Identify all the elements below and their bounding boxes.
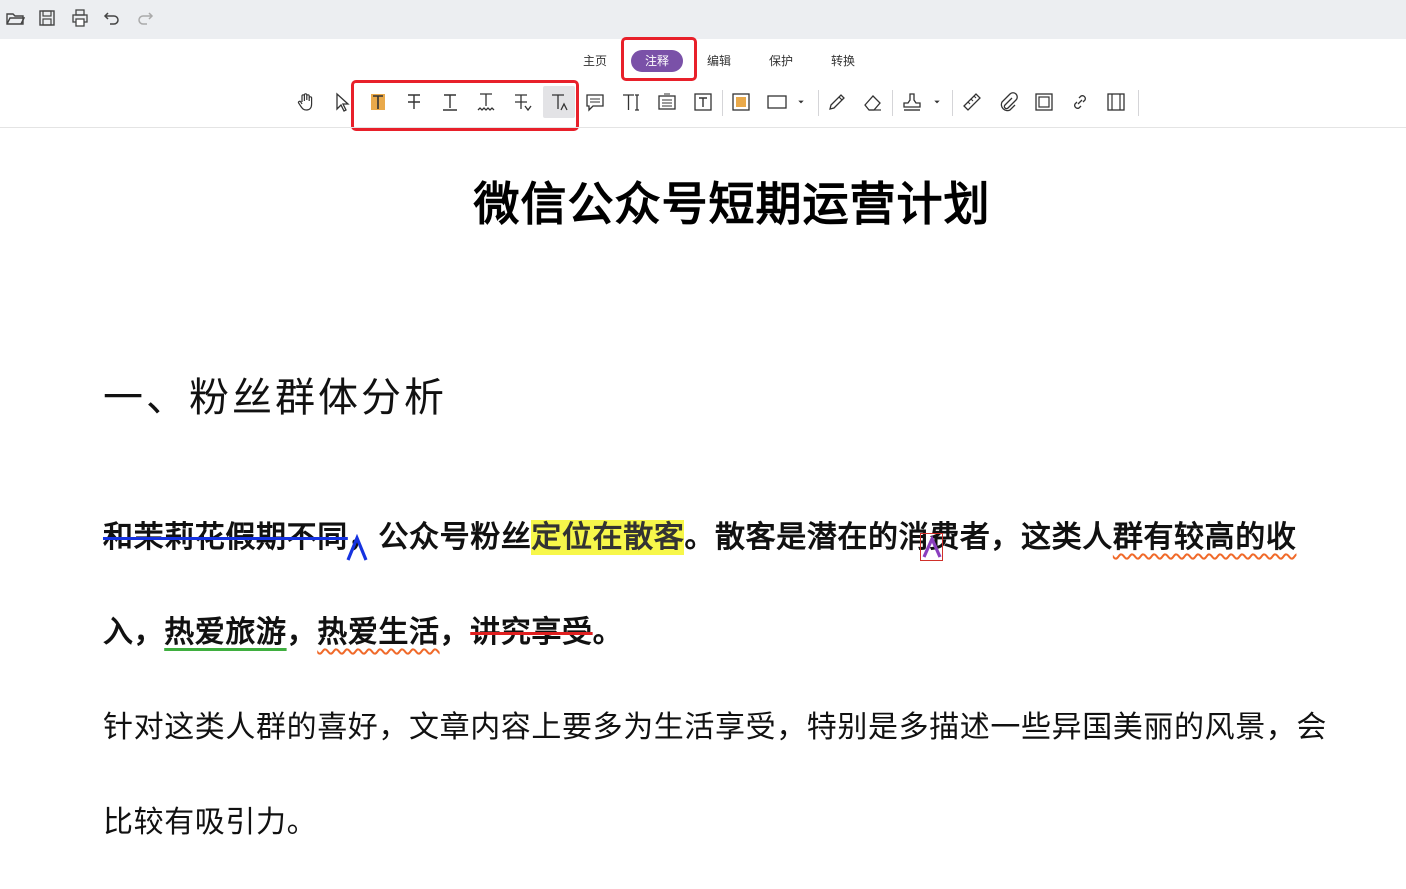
text-run: 散客是潜在的消费者，这类人 <box>715 520 1113 555</box>
attachment-icon[interactable] <box>992 86 1024 118</box>
section-heading: 一、粉丝群体分析 <box>103 375 447 421</box>
highlight-annotation[interactable]: 定位在散客 <box>531 520 685 555</box>
toolbar-divider <box>892 90 893 116</box>
ribbon-tabs: 主页 注释 编辑 保护 转换 <box>0 50 1406 72</box>
open-folder-icon[interactable] <box>5 8 25 28</box>
measure-icon[interactable] <box>956 86 988 118</box>
tab-convert[interactable]: 转换 <box>825 50 861 72</box>
text-run: 。 <box>684 520 716 555</box>
squiggly-annotation[interactable]: 群有较高的收 <box>1113 520 1297 555</box>
strikethrough-annotation[interactable]: 和茉莉花假期不同 <box>103 520 348 555</box>
paragraph-line-2: 入，热爱旅游，热爱生活，讲究享受。 <box>103 607 623 651</box>
stamp-dropdown-arrow-icon[interactable] <box>927 86 947 118</box>
eraser-icon[interactable] <box>857 86 889 118</box>
toolbar-divider <box>1138 90 1139 116</box>
paragraph-line-1: 和茉莉花假期不同，公众号粉丝定位在散客。散客是潜在的消费者，这类人群有较高的收 <box>103 512 1296 556</box>
paragraph-line-3: 针对这类人群的喜好，文章内容上要多为生活享受，特别是多描述一些异国美丽的风景，会 <box>103 710 1327 745</box>
print-icon[interactable] <box>70 8 90 28</box>
stamp-icon[interactable] <box>896 86 928 118</box>
underline-annotation[interactable]: 热爱旅游 <box>164 615 286 650</box>
quick-access-toolbar <box>0 0 1406 39</box>
document-title: 微信公众号短期运营计划 <box>473 177 991 231</box>
text-box-icon[interactable] <box>651 86 683 118</box>
paragraph-line-4: 比较有吸引力。 <box>103 805 318 840</box>
save-icon[interactable] <box>37 8 57 28</box>
film-icon[interactable] <box>1100 86 1132 118</box>
typewriter-icon[interactable] <box>615 86 647 118</box>
toolbar-divider <box>722 90 723 116</box>
insert-caret-purple-icon[interactable] <box>920 533 943 561</box>
squiggly-annotation[interactable]: 热爱生活 <box>317 615 439 650</box>
strikethrough-annotation[interactable]: 讲究享受 <box>470 615 592 650</box>
toolbar-divider <box>818 90 819 116</box>
tool-group-callout-box <box>351 80 579 131</box>
image-annotation-icon[interactable] <box>1028 86 1060 118</box>
rectangle-icon[interactable] <box>761 86 793 118</box>
text-run: 入， <box>103 615 165 650</box>
shape-dropdown-arrow-icon[interactable] <box>791 86 811 118</box>
callout-icon[interactable] <box>687 86 719 118</box>
area-highlight-icon[interactable] <box>725 86 757 118</box>
insert-caret-blue-icon[interactable] <box>345 533 369 566</box>
annotation-toolbar <box>0 86 1406 120</box>
toolbar-bottom-border <box>0 127 1406 128</box>
note-icon[interactable] <box>579 86 611 118</box>
toolbar-divider <box>952 90 953 116</box>
pencil-icon[interactable] <box>821 86 853 118</box>
text-run: ， <box>286 615 318 650</box>
redo-icon[interactable] <box>135 8 155 28</box>
hand-tool-icon[interactable] <box>290 86 322 118</box>
text-run: ， <box>439 615 471 650</box>
text-run: 公众号粉丝 <box>378 520 532 555</box>
tab-edit[interactable]: 编辑 <box>701 50 737 72</box>
tab-callout-box <box>621 37 697 81</box>
tab-home[interactable]: 主页 <box>577 50 613 72</box>
tab-protect[interactable]: 保护 <box>763 50 799 72</box>
link-icon[interactable] <box>1064 86 1096 118</box>
text-run: 。 <box>592 615 624 650</box>
undo-icon[interactable] <box>102 8 122 28</box>
